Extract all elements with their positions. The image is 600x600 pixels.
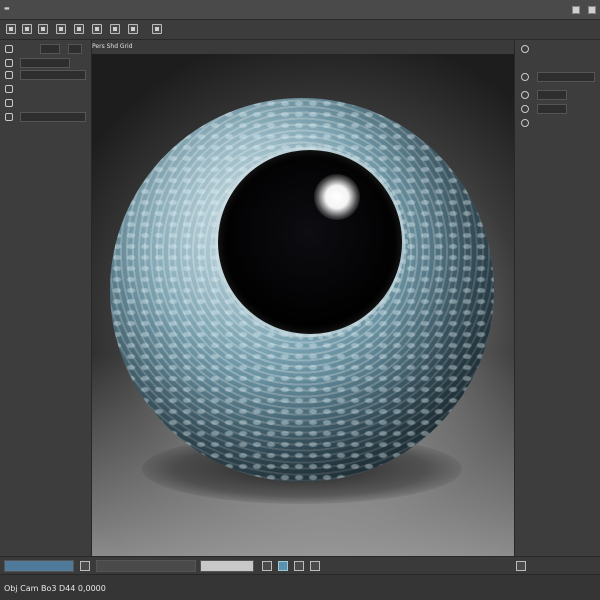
shape-icon[interactable] bbox=[5, 59, 13, 67]
specular-highlight bbox=[314, 174, 360, 220]
minimize-icon[interactable] bbox=[572, 6, 580, 14]
new-icon[interactable] bbox=[6, 24, 16, 34]
right-panel-row bbox=[515, 42, 600, 56]
right-panel-row bbox=[515, 102, 600, 116]
key-icon[interactable] bbox=[262, 561, 272, 571]
right-panel-row bbox=[515, 116, 600, 130]
hide-icon[interactable] bbox=[5, 113, 13, 121]
timeline-slider[interactable] bbox=[4, 560, 74, 572]
title-bar: ▬ bbox=[0, 0, 600, 20]
link-icon[interactable] bbox=[521, 105, 529, 113]
left-panel-row bbox=[0, 68, 92, 82]
modifier-icon[interactable] bbox=[5, 99, 13, 107]
render-icon[interactable] bbox=[152, 24, 162, 34]
scale-icon[interactable] bbox=[128, 24, 138, 34]
left-panel-field[interactable] bbox=[20, 70, 86, 80]
left-panel-field[interactable] bbox=[20, 112, 86, 122]
redo-icon[interactable] bbox=[74, 24, 84, 34]
left-panel-row bbox=[0, 96, 92, 110]
pan-icon[interactable] bbox=[516, 561, 526, 571]
viewport-mode-label[interactable]: Pers Shd Grid bbox=[92, 43, 133, 50]
3d-viewport[interactable] bbox=[92, 54, 514, 556]
left-panel-row bbox=[0, 42, 92, 56]
close-icon[interactable] bbox=[588, 6, 596, 14]
object-icon[interactable] bbox=[521, 91, 529, 99]
layers-icon[interactable] bbox=[521, 45, 529, 53]
grid-icon[interactable] bbox=[278, 561, 288, 571]
status-text: Obj Cam Bo3 D44 0,0000 bbox=[4, 584, 106, 593]
zoom-icon[interactable] bbox=[310, 561, 320, 571]
right-panel-field[interactable] bbox=[537, 90, 567, 100]
status-bar: Obj Cam Bo3 D44 0,0000 bbox=[0, 574, 600, 600]
main-toolbar bbox=[0, 20, 600, 40]
frame-input[interactable] bbox=[200, 560, 254, 572]
right-properties-panel bbox=[514, 40, 600, 556]
right-panel-field[interactable] bbox=[537, 72, 595, 82]
right-panel-row bbox=[515, 88, 600, 102]
left-panel-field[interactable] bbox=[40, 44, 60, 54]
left-panel-field[interactable] bbox=[20, 58, 70, 68]
left-panel-row bbox=[0, 82, 92, 96]
left-panel-field[interactable] bbox=[68, 44, 82, 54]
open-icon[interactable] bbox=[22, 24, 32, 34]
left-tool-panel bbox=[0, 40, 92, 556]
curve-icon[interactable] bbox=[5, 71, 13, 79]
rotate-icon[interactable] bbox=[110, 24, 120, 34]
mesh-icon[interactable] bbox=[5, 45, 13, 53]
left-panel-row bbox=[0, 110, 92, 124]
properties-icon[interactable] bbox=[521, 73, 529, 81]
save-icon[interactable] bbox=[38, 24, 48, 34]
snap-icon[interactable] bbox=[294, 561, 304, 571]
viewport-tabstrip: Pers Shd Grid bbox=[92, 40, 514, 54]
undo-icon[interactable] bbox=[56, 24, 66, 34]
transform-icon[interactable] bbox=[5, 85, 13, 93]
right-panel-row bbox=[515, 70, 600, 84]
sphere-opening bbox=[218, 150, 402, 334]
right-panel-field[interactable] bbox=[537, 104, 567, 114]
frame-field[interactable] bbox=[96, 560, 196, 572]
move-icon[interactable] bbox=[92, 24, 102, 34]
app-icon: ▬ bbox=[4, 5, 10, 12]
timeline-bar bbox=[0, 556, 600, 574]
list-icon[interactable] bbox=[521, 119, 529, 127]
play-icon[interactable] bbox=[80, 561, 90, 571]
